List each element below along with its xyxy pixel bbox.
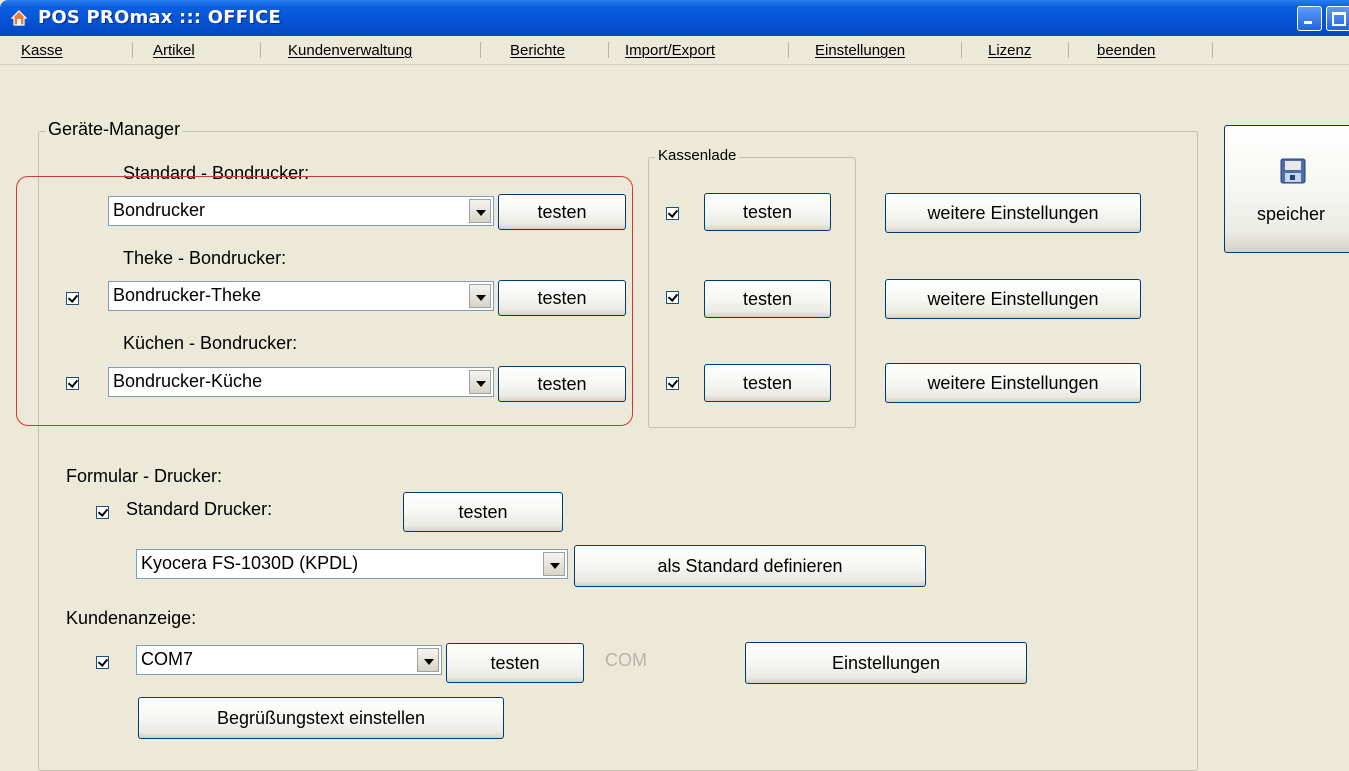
kundenanzeige-port-select[interactable]: COM7 [136,645,442,675]
menu-berichte[interactable]: Berichte [510,42,565,59]
standard-bondrucker-select[interactable]: Bondrucker [108,196,494,226]
window-title: POS PROmax ::: OFFICE [38,7,282,28]
chevron-down-icon[interactable] [469,199,491,223]
kassenlade-title: Kassenlade [655,147,740,164]
weitere-einstellungen-button-standard[interactable]: weitere Einstellungen [885,193,1141,233]
save-label: speicher [1257,204,1326,224]
weitere-einstellungen-button-kueche[interactable]: weitere Einstellungen [885,363,1141,403]
theke-bondrucker-label: Theke - Bondrucker: [123,248,287,268]
als-standard-definieren-button[interactable]: als Standard definieren [574,545,926,587]
minimize-button[interactable] [1297,6,1322,31]
save-button[interactable]: speicher [1224,125,1349,253]
chevron-down-icon[interactable] [469,370,491,394]
standard-drucker-checkbox[interactable] [96,506,109,519]
menu-artikel[interactable]: Artikel [153,42,195,59]
begruessungstext-button[interactable]: Begrüßungstext einstellen [138,697,504,739]
standard-drucker-label: Standard Drucker: [126,499,273,519]
menu-import-export[interactable]: Import/Export [625,42,715,59]
menu-separator [260,42,261,58]
kundenanzeige-label: Kundenanzeige: [66,608,197,628]
kundenanzeige-port-value: COM7 [141,649,194,669]
title-bar: POS PROmax ::: OFFICE [0,0,1349,36]
menu-kundenverwaltung[interactable]: Kundenverwaltung [288,42,412,59]
com-label: COM [605,650,647,670]
standard-bondrucker-label: Standard - Bondrucker: [123,163,310,183]
app-icon [10,9,28,27]
theke-checkbox[interactable] [66,292,79,305]
formular-drucker-value: Kyocera FS-1030D (KPDL) [141,553,359,573]
floppy-disk-icon [1280,158,1306,184]
kundenanzeige-test-button[interactable]: testen [446,643,584,683]
kassenlade-checkbox-standard[interactable] [666,207,679,220]
chevron-down-icon[interactable] [469,284,491,308]
kassenlade-checkbox-theke[interactable] [666,291,679,304]
menu-separator [608,42,609,58]
theke-test-button[interactable]: testen [498,280,626,316]
kassenlade-test-button-theke[interactable]: testen [704,280,831,318]
kundenanzeige-checkbox[interactable] [96,656,109,669]
chevron-down-icon[interactable] [417,648,439,672]
weitere-einstellungen-button-theke[interactable]: weitere Einstellungen [885,279,1141,319]
menu-bar: Kasse Artikel Kundenverwaltung Berichte … [0,36,1349,65]
standard-test-button[interactable]: testen [498,194,626,230]
kuechen-bondrucker-value: Bondrucker-Küche [113,371,263,391]
theke-bondrucker-value: Bondrucker-Theke [113,285,262,305]
formular-drucker-label: Formular - Drucker: [66,466,223,486]
kassenlade-test-button-standard[interactable]: testen [704,193,831,231]
menu-separator [480,42,481,58]
kuechen-checkbox[interactable] [66,377,79,390]
menu-kasse[interactable]: Kasse [21,42,63,59]
kundenanzeige-einstellungen-button[interactable]: Einstellungen [745,642,1027,684]
menu-separator [132,42,133,58]
menu-beenden[interactable]: beenden [1097,42,1155,59]
standard-bondrucker-value: Bondrucker [113,200,206,220]
menu-einstellungen[interactable]: Einstellungen [815,42,905,59]
menu-separator [1212,42,1213,58]
theke-bondrucker-select[interactable]: Bondrucker-Theke [108,281,494,311]
kassenlade-checkbox-kueche[interactable] [666,377,679,390]
geraete-manager-title: Geräte-Manager [45,119,184,140]
menu-separator [788,42,789,58]
maximize-button[interactable] [1326,6,1349,31]
menu-separator [961,42,962,58]
kassenlade-test-button-kueche[interactable]: testen [704,364,831,402]
chevron-down-icon[interactable] [543,552,565,576]
formular-drucker-select[interactable]: Kyocera FS-1030D (KPDL) [136,549,568,579]
kuechen-bondrucker-label: Küchen - Bondrucker: [123,333,298,353]
formular-test-button[interactable]: testen [403,492,563,532]
menu-lizenz[interactable]: Lizenz [988,42,1031,59]
kuechen-bondrucker-select[interactable]: Bondrucker-Küche [108,367,494,397]
kuechen-test-button[interactable]: testen [498,366,626,402]
menu-separator [1068,42,1069,58]
